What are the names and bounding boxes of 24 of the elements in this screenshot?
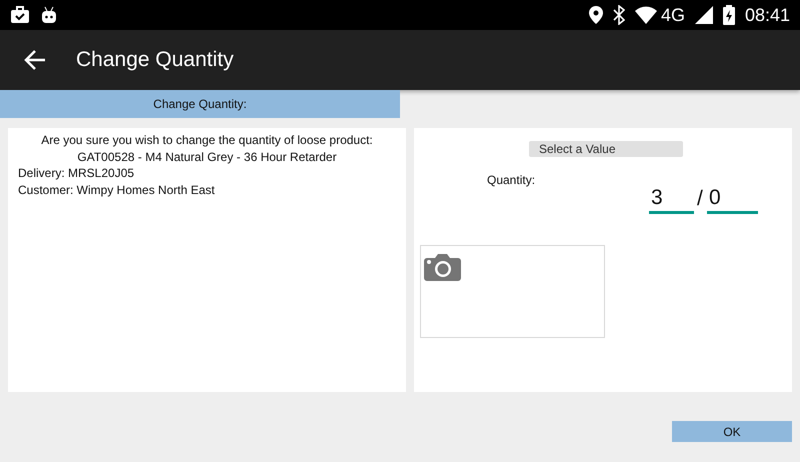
signal-icon: [694, 6, 713, 24]
quantity-label: Quantity:: [487, 173, 536, 187]
bluetooth-icon: [612, 5, 625, 25]
battery-icon: [722, 5, 735, 25]
screen-title: Change Quantity: [76, 48, 234, 72]
delivery-text: Delivery: MRSL20J05: [18, 165, 136, 182]
section-header: Change Quantity:: [0, 90, 400, 118]
quantity-field[interactable]: 0: [707, 184, 758, 214]
location-icon: [588, 6, 603, 24]
robot-icon: [40, 6, 58, 24]
confirmation-question: Are you sure you wish to change the quantity of loose product:: [40, 132, 374, 148]
customer-text: Customer: Wimpy Homes North East: [18, 182, 216, 198]
separator: /: [697, 187, 703, 211]
clock: 08:41: [744, 4, 790, 26]
quantity-field[interactable]: 3: [649, 184, 694, 214]
briefcase-check-icon: [10, 6, 30, 24]
wifi-icon: [634, 6, 657, 24]
network-label: 4G: [660, 4, 685, 26]
ok-button[interactable]: OK: [672, 421, 792, 442]
product-text: GAT00528 - M4 Natural Grey - 36 Hour Retarder: [76, 148, 338, 165]
camera-icon[interactable]: [424, 252, 461, 282]
select-value-button[interactable]: Select a Value: [529, 141, 683, 157]
back-arrow-icon[interactable]: [24, 49, 46, 71]
photo-frame[interactable]: [420, 245, 605, 338]
